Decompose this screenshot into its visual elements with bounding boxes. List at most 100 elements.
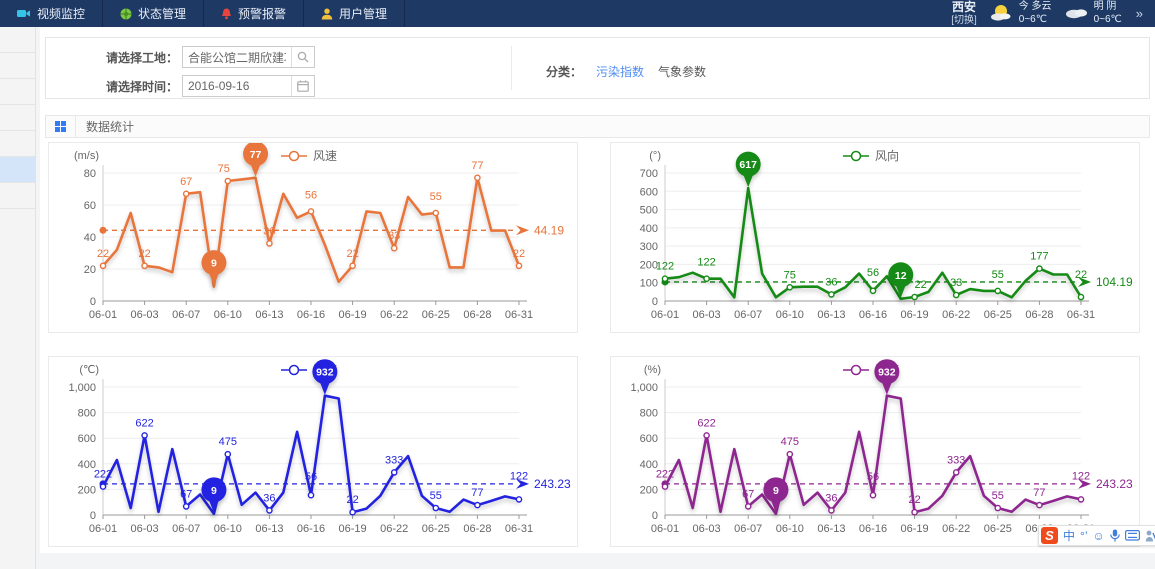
svg-text:(m/s): (m/s): [74, 150, 99, 162]
svg-text:风速: 风速: [313, 149, 337, 163]
svg-text:06-16: 06-16: [859, 309, 887, 321]
sidebar-item[interactable]: [0, 105, 35, 131]
nav-item-label: 用户管理: [339, 5, 387, 22]
svg-text:06-13: 06-13: [817, 523, 845, 535]
category-link-pollution[interactable]: 污染指数: [596, 63, 644, 80]
svg-text:80: 80: [84, 168, 96, 180]
chart-card-wind-direction[interactable]: 010020030040050060070006-0106-0306-0706-…: [610, 142, 1140, 333]
cloud-icon: [1064, 4, 1090, 23]
svg-text:(°): (°): [649, 150, 661, 162]
svg-text:100: 100: [640, 278, 658, 290]
svg-text:56: 56: [305, 189, 317, 201]
svg-text:243.23: 243.23: [534, 477, 571, 491]
weather-more-arrow[interactable]: »: [1134, 6, 1145, 21]
svg-text:9: 9: [773, 485, 779, 497]
svg-text:475: 475: [219, 436, 237, 448]
svg-text:33: 33: [388, 230, 400, 242]
top-navbar: 视频监控 状态管理 预警报警 用户管理 西安 [切换] 今 多云 0~6℃: [0, 0, 1155, 27]
emoji-icon[interactable]: ☺: [1092, 529, 1104, 543]
svg-text:122: 122: [697, 257, 715, 269]
chart-card-humidity[interactable]: 02004006008001,00006-0106-0306-0706-1006…: [610, 356, 1140, 547]
mic-icon[interactable]: [1110, 529, 1120, 542]
chinese-mode-icon[interactable]: 中: [1063, 527, 1075, 544]
nav-item-status-manage[interactable]: 状态管理: [103, 0, 204, 27]
nav-item-user-manage[interactable]: 用户管理: [304, 0, 405, 27]
svg-text:55: 55: [430, 191, 442, 203]
filter-divider: [511, 46, 512, 90]
keyboard-icon[interactable]: [1125, 530, 1140, 541]
chart-card-temperature[interactable]: 02004006008001,00006-0106-0306-0706-1006…: [48, 356, 578, 547]
nav-item-alert-alarm[interactable]: 预警报警: [204, 0, 304, 27]
svg-text:(%): (%): [644, 364, 661, 376]
site-select-label: 请选择工地：: [86, 49, 178, 66]
sidebar-item[interactable]: [0, 131, 35, 157]
section-header: 数据统计: [45, 115, 1150, 138]
svg-text:06-01: 06-01: [651, 309, 679, 321]
svg-text:06-03: 06-03: [131, 309, 159, 321]
site-input[interactable]: [183, 47, 291, 67]
calendar-icon[interactable]: [291, 76, 314, 96]
main-panel: 请选择工地： 请选择时间： 分类： 污染指数 气象参数: [40, 27, 1155, 553]
sidebar-item[interactable]: [0, 27, 35, 53]
city-block: 西安 [切换]: [951, 1, 977, 25]
svg-text:333: 333: [947, 454, 965, 466]
svg-text:56: 56: [867, 267, 879, 279]
date-input-wrap: [182, 75, 315, 97]
category-link-meteorology[interactable]: 气象参数: [658, 63, 706, 80]
nav-item-video-monitor[interactable]: 视频监控: [0, 0, 103, 27]
svg-text:12: 12: [895, 270, 907, 282]
svg-text:06-25: 06-25: [984, 309, 1012, 321]
svg-text:104.19: 104.19: [1096, 275, 1133, 289]
svg-text:20: 20: [84, 264, 96, 276]
sidebar-item[interactable]: [0, 79, 35, 105]
svg-text:06-28: 06-28: [463, 309, 491, 321]
svg-text:177: 177: [1030, 251, 1048, 263]
section-title: 数据统计: [76, 118, 134, 135]
svg-text:06-16: 06-16: [297, 523, 325, 535]
svg-text:77: 77: [471, 160, 483, 172]
weather-today-temp: 0~6℃: [1019, 14, 1052, 27]
svg-text:800: 800: [640, 408, 658, 420]
svg-text:06-10: 06-10: [776, 309, 804, 321]
svg-text:800: 800: [78, 408, 96, 420]
svg-text:77: 77: [1033, 487, 1045, 499]
svg-text:77: 77: [471, 487, 483, 499]
weather-tomorrow: 明 阴 0~6℃: [1064, 1, 1122, 26]
svg-text:06-19: 06-19: [901, 309, 929, 321]
svg-text:22: 22: [97, 248, 109, 260]
svg-text:200: 200: [640, 484, 658, 496]
bell-icon: [221, 8, 232, 20]
svg-text:122: 122: [510, 470, 528, 482]
svg-text:06-25: 06-25: [422, 523, 450, 535]
svg-text:77: 77: [250, 149, 262, 161]
svg-text:56: 56: [305, 471, 317, 483]
svg-text:22: 22: [1075, 269, 1087, 281]
punctuation-icon[interactable]: °’: [1080, 529, 1087, 543]
sidebar-item-active[interactable]: [0, 157, 35, 183]
date-input[interactable]: [183, 76, 291, 96]
svg-text:(℃): (℃): [79, 364, 99, 376]
svg-text:55: 55: [992, 490, 1004, 502]
svg-text:06-01: 06-01: [89, 309, 117, 321]
nav-item-label: 视频监控: [37, 5, 85, 22]
svg-text:55: 55: [992, 269, 1004, 281]
status-icon: [120, 8, 132, 20]
camera-icon: [17, 8, 31, 19]
svg-text:200: 200: [78, 484, 96, 496]
svg-text:06-01: 06-01: [89, 523, 117, 535]
chart-card-wind-speed[interactable]: 02040608006-0106-0306-0706-1006-1306-160…: [48, 142, 578, 333]
svg-text:06-10: 06-10: [214, 523, 242, 535]
handwriting-icon[interactable]: [1145, 530, 1155, 542]
svg-text:622: 622: [697, 417, 715, 429]
city-switch-link[interactable]: [切换]: [951, 15, 977, 26]
nav-item-label: 预警报警: [238, 5, 286, 22]
sidebar-item[interactable]: [0, 183, 35, 209]
sidebar-item[interactable]: [0, 53, 35, 79]
sogou-logo-icon[interactable]: S: [1041, 527, 1058, 544]
svg-text:06-31: 06-31: [505, 523, 533, 535]
svg-text:400: 400: [640, 223, 658, 235]
svg-text:22: 22: [914, 279, 926, 291]
search-icon[interactable]: [291, 47, 314, 67]
svg-text:06-22: 06-22: [942, 309, 970, 321]
svg-text:06-03: 06-03: [693, 523, 721, 535]
